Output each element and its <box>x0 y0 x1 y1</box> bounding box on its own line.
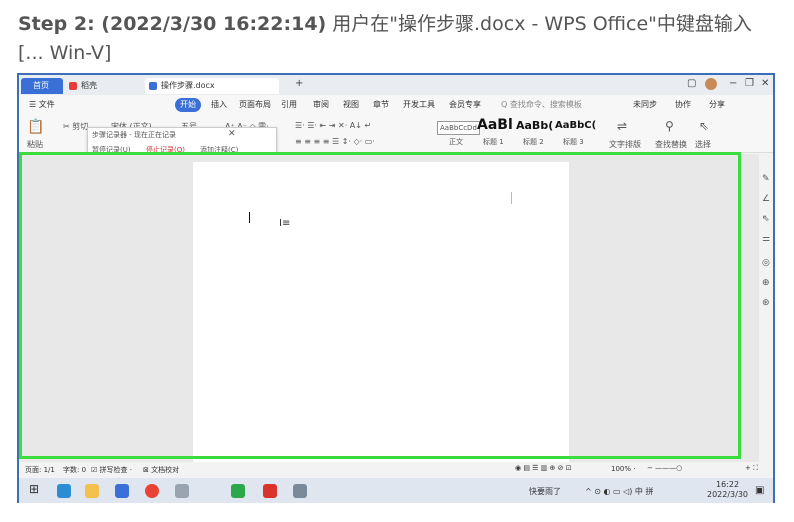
app-icon[interactable] <box>231 484 245 498</box>
clock-time: 16:22 <box>715 480 740 489</box>
style-heading3[interactable]: AaBbC( <box>555 120 596 131</box>
style-normal-label: 正文 <box>449 138 463 146</box>
highlight-box <box>19 152 741 459</box>
sidebar-translate-icon[interactable]: ⊕ <box>762 278 770 288</box>
recorder-close-icon[interactable]: ✕ <box>228 129 236 139</box>
find-replace-label[interactable]: 查找替换 <box>655 139 687 150</box>
unsynced-status[interactable]: 未同步 <box>633 99 657 110</box>
text-layout-icon[interactable]: ⇌ <box>617 119 627 133</box>
select-label[interactable]: 选择 <box>695 139 711 150</box>
tab-home[interactable]: 首页 <box>21 78 63 94</box>
menu-bar: ☰ 文件 开始 插入 页面布局 引用 审阅 视图 章节 开发工具 会员专享 Q … <box>19 95 773 115</box>
select-icon[interactable]: ⇖ <box>699 119 709 133</box>
sidebar-pointer-icon[interactable]: ⇖ <box>762 214 770 224</box>
tray-icons[interactable]: ^ ⊙ ◐ ▭ ◁) 中 拼 <box>585 486 653 497</box>
avatar[interactable] <box>705 78 717 90</box>
step-label: Step 2: (2022/3/30 16:22:14) <box>18 13 327 35</box>
collaborate-button[interactable]: 协作 <box>675 99 691 110</box>
paste-label[interactable]: 粘贴 <box>27 139 43 150</box>
taskbar: ⊞ 快要雨了 ^ ⊙ ◐ ▭ ◁) 中 拼 16:22 2022/3/30 ▣ <box>19 478 773 503</box>
menu-start[interactable]: 开始 <box>175 98 201 112</box>
paste-icon[interactable]: 📋 <box>27 119 44 135</box>
recorder-taskbar-icon[interactable] <box>293 484 307 498</box>
minimize-button[interactable]: − <box>729 78 737 89</box>
style-heading1[interactable]: AaBl <box>477 117 513 133</box>
text-layout-label[interactable]: 文字排版 <box>609 139 641 150</box>
explorer-icon[interactable] <box>85 484 99 498</box>
menu-reference[interactable]: 引用 <box>281 99 297 110</box>
maximize-button[interactable]: ❐ <box>745 78 754 89</box>
new-tab-button[interactable]: + <box>295 78 303 89</box>
clock-date: 2022/3/30 <box>707 490 749 499</box>
weather-text[interactable]: 快要雨了 <box>529 486 561 497</box>
page-count[interactable]: 页面: 1/1 <box>25 465 55 475</box>
wps-logo-icon <box>69 82 77 90</box>
clock[interactable]: 16:22 2022/3/30 <box>707 480 748 500</box>
menu-view[interactable]: 视图 <box>343 99 359 110</box>
zoom-slider[interactable]: − ———○ <box>647 464 682 472</box>
close-window-button[interactable]: ✕ <box>761 78 769 89</box>
menu-devtools[interactable]: 开发工具 <box>403 99 435 110</box>
mail-icon[interactable] <box>115 484 129 498</box>
recorder-title: 步骤记录器 - 现在正在记录 <box>92 131 176 139</box>
monitor-icon[interactable] <box>175 484 189 498</box>
menu-insert[interactable]: 插入 <box>211 99 227 110</box>
style-heading2[interactable]: AaBb( <box>516 119 553 132</box>
tab-bar: 首页 稻壳 操作步骤.docx + ▢ − ❐ ✕ <box>19 75 773 95</box>
list-buttons[interactable]: ☰· ☰· ⇤ ⇥ ✕· A↓ ↵ <box>295 121 371 130</box>
doc-check[interactable]: ⊠ 文档校对 <box>143 465 179 475</box>
sidebar-edit-icon[interactable]: ∠ <box>762 194 770 204</box>
sidebar-share-icon[interactable]: ⊛ <box>762 298 770 308</box>
view-mode-icons[interactable]: ◉ ▤ ☰ ▥ ⊕ ⊘ ⊡ <box>515 464 572 472</box>
cut-button[interactable]: ✂ 剪切 <box>63 121 88 132</box>
find-replace-icon[interactable]: ⚲ <box>665 119 674 133</box>
sidebar-settings-icon[interactable]: ⚌ <box>762 234 770 244</box>
style-heading3-label: 标题 3 <box>563 138 584 146</box>
word-count[interactable]: 字数: 0 <box>63 465 86 475</box>
tab-daoke[interactable]: 稻壳 <box>65 78 139 94</box>
wps-taskbar-icon[interactable] <box>263 484 277 498</box>
edge-icon[interactable] <box>57 484 71 498</box>
menu-file[interactable]: ☰ 文件 <box>29 99 55 110</box>
align-buttons[interactable]: ≡ ≡ ≡ ≡ ☰ ↕· ◇· ▭· <box>295 137 375 146</box>
menu-vip[interactable]: 会员专享 <box>449 99 481 110</box>
sidebar-style-icon[interactable]: ✎ <box>762 174 770 184</box>
zoom-level[interactable]: 100% · <box>611 465 635 473</box>
menu-layout[interactable]: 页面布局 <box>239 99 271 110</box>
zoom-in-button[interactable]: + ⛶ <box>745 464 758 473</box>
spell-check[interactable]: ☑ 拼写检查 · <box>91 465 132 475</box>
share-button[interactable]: 分享 <box>709 99 725 110</box>
chrome-icon[interactable] <box>145 484 159 498</box>
style-normal[interactable]: AaBbCcDd <box>437 121 480 135</box>
style-heading2-label: 标题 2 <box>523 138 544 146</box>
doc-icon <box>149 82 157 90</box>
status-bar: 页面: 1/1 字数: 0 ☑ 拼写检查 · ⊠ 文档校对 ◉ ▤ ☰ ▥ ⊕ … <box>19 462 773 478</box>
sidebar-help-icon[interactable]: ◎ <box>762 258 770 268</box>
search-command-input[interactable]: Q 查找命令、搜索模板 <box>501 99 582 110</box>
start-icon[interactable]: ⊞ <box>29 482 43 496</box>
window-layout-icon[interactable]: ▢ <box>687 78 696 89</box>
right-sidebar: ✎ ∠ ⇖ ⚌ ◎ ⊕ ⊛ <box>759 154 773 462</box>
menu-section[interactable]: 章节 <box>373 99 389 110</box>
tab-document[interactable]: 操作步骤.docx <box>145 78 279 94</box>
step-header: Step 2: (2022/3/30 16:22:14) 用户在"操作步骤.do… <box>18 10 778 68</box>
style-heading1-label: 标题 1 <box>483 138 504 146</box>
notification-icon[interactable]: ▣ <box>755 485 764 496</box>
menu-review[interactable]: 审阅 <box>313 99 329 110</box>
